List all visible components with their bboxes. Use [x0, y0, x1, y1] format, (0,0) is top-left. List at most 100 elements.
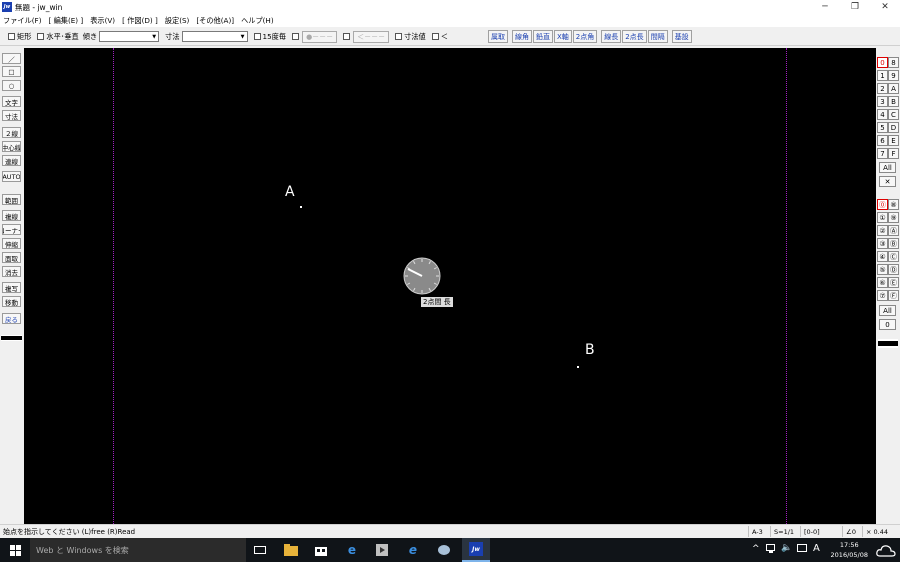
- menu-draw[interactable]: [ 作図(D) ]: [122, 16, 158, 26]
- layer-group-7-button[interactable]: ⑦: [877, 290, 888, 301]
- zoom-indicator[interactable]: × 0.44: [862, 526, 888, 537]
- corner-tool-button[interactable]: コーナー: [2, 224, 21, 235]
- layer-8-button[interactable]: 8: [888, 57, 899, 68]
- layer-f-button[interactable]: F: [888, 148, 899, 159]
- dot-line-button[interactable]: ●－－－: [302, 30, 338, 43]
- action-center-icon[interactable]: [876, 542, 896, 560]
- arrow-checkbox[interactable]: [343, 33, 351, 40]
- text-tool-button[interactable]: 文字: [2, 96, 21, 107]
- drawing-canvas[interactable]: A B 2点間 長: [24, 48, 876, 524]
- lt-checkbox[interactable]: [431, 33, 439, 40]
- internet-explorer-icon[interactable]: e: [405, 542, 421, 558]
- ime-indicator[interactable]: A: [813, 543, 820, 554]
- rect-tool-button[interactable]: □: [2, 66, 21, 77]
- clock-menu-icon[interactable]: [403, 257, 441, 295]
- scale-indicator[interactable]: S=1/1: [770, 526, 794, 537]
- slope-combo[interactable]: ▼: [99, 31, 160, 42]
- layer-group-d-button[interactable]: Ⓓ: [888, 264, 899, 275]
- arrow-line-button[interactable]: ＜－－－: [353, 30, 390, 43]
- layer-3-button[interactable]: 3: [877, 96, 888, 107]
- windows-start-icon[interactable]: [0, 538, 30, 562]
- layer-2-button[interactable]: 2: [877, 83, 888, 94]
- layer-group-2-button[interactable]: ②: [877, 225, 888, 236]
- layer-group-0-button[interactable]: ⓪: [877, 199, 888, 210]
- angle-indicator[interactable]: ∠0: [842, 526, 856, 537]
- layer-9-button[interactable]: 9: [888, 70, 899, 81]
- continuous-line-tool-button[interactable]: 連線: [2, 155, 21, 166]
- layer-group-c-button[interactable]: Ⓒ: [888, 251, 899, 262]
- menu-file[interactable]: ファイル(F): [3, 16, 42, 26]
- menu-settings[interactable]: 設定(S): [165, 16, 190, 26]
- layer-group-f-button[interactable]: Ⓕ: [888, 290, 899, 301]
- layer-a-button[interactable]: A: [888, 83, 899, 94]
- edge-browser-icon[interactable]: e: [344, 542, 360, 558]
- line-length-button[interactable]: 線長: [601, 30, 622, 43]
- layer-6-button[interactable]: 6: [877, 135, 888, 146]
- app-tool-icon[interactable]: [436, 542, 452, 558]
- paper-size-indicator[interactable]: A-3: [748, 526, 763, 537]
- tray-chevron-icon[interactable]: ^: [752, 544, 760, 554]
- layer-all-button[interactable]: All: [879, 162, 896, 173]
- layer-group-4-button[interactable]: ④: [877, 251, 888, 262]
- layer-4-button[interactable]: 4: [877, 109, 888, 120]
- restore-button[interactable]: ❐: [840, 0, 870, 14]
- layer-group-3-button[interactable]: ③: [877, 238, 888, 249]
- line-type-indicator[interactable]: [1, 335, 22, 341]
- line-width-indicator[interactable]: [878, 339, 898, 348]
- rect-checkbox[interactable]: [8, 33, 15, 40]
- minimize-button[interactable]: ─: [810, 0, 840, 14]
- layer-close-button[interactable]: ✕: [879, 176, 896, 187]
- circle-tool-button[interactable]: ○: [2, 80, 21, 91]
- layer-0-button[interactable]: 0: [877, 57, 888, 68]
- layer-b-button[interactable]: B: [888, 96, 899, 107]
- dot-checkbox[interactable]: [292, 33, 300, 40]
- layer-group-zero-button[interactable]: 0: [879, 319, 896, 330]
- layer-d-button[interactable]: D: [888, 122, 899, 133]
- layer-group-e-button[interactable]: Ⓔ: [888, 277, 899, 288]
- layer-1-button[interactable]: 1: [877, 70, 888, 81]
- layer-7-button[interactable]: 7: [877, 148, 888, 159]
- double-line-tool-button[interactable]: ２線: [2, 127, 21, 138]
- jw-win-taskbar-button[interactable]: Jw: [462, 538, 490, 562]
- volume-icon[interactable]: 🔈: [781, 543, 792, 553]
- erase-tool-button[interactable]: 消去: [2, 266, 21, 277]
- dim-tool-button[interactable]: 寸法: [2, 110, 21, 121]
- stretch-tool-button[interactable]: 伸縮: [2, 238, 21, 249]
- two-point-angle-button[interactable]: 2点角: [572, 30, 598, 43]
- menu-view[interactable]: 表示(V): [90, 16, 115, 26]
- vertical-button[interactable]: 鉛直: [532, 30, 553, 43]
- taskbar-search-input[interactable]: Web と Windows を検索: [30, 538, 246, 562]
- dimval-checkbox[interactable]: [395, 33, 403, 40]
- layer-group-b-button[interactable]: Ⓑ: [888, 238, 899, 249]
- layer-group-all-button[interactable]: All: [879, 305, 896, 316]
- layer-c-button[interactable]: C: [888, 109, 899, 120]
- layer-group-8-button[interactable]: ⑧: [888, 199, 899, 210]
- layer-indicator[interactable]: [0-0]: [800, 526, 820, 537]
- layer-group-6-button[interactable]: ⑥: [877, 277, 888, 288]
- attr-get-button[interactable]: 属取: [487, 30, 508, 43]
- two-point-length-button[interactable]: 2点長: [622, 30, 647, 43]
- notification-message-icon[interactable]: [797, 544, 807, 556]
- center-line-tool-button[interactable]: 中心線: [2, 141, 21, 152]
- chamfer-tool-button[interactable]: 面取: [2, 252, 21, 263]
- auto-mode-button[interactable]: AUTO: [2, 171, 21, 182]
- close-button[interactable]: ✕: [870, 0, 900, 14]
- line-angle-button[interactable]: 線角: [511, 30, 532, 43]
- layer-group-a-button[interactable]: Ⓐ: [888, 225, 899, 236]
- menu-help[interactable]: ヘルプ(H): [241, 16, 274, 26]
- dim-combo[interactable]: ▼: [181, 31, 248, 42]
- offset-tool-button[interactable]: 複線: [2, 210, 21, 221]
- undo-button[interactable]: 戻る: [2, 313, 21, 324]
- interval-button[interactable]: 間隔: [647, 30, 668, 43]
- layer-group-5-button[interactable]: ⑤: [877, 264, 888, 275]
- media-player-icon[interactable]: [374, 542, 390, 558]
- copy-tool-button[interactable]: 複写: [2, 282, 21, 293]
- layer-5-button[interactable]: 5: [877, 122, 888, 133]
- menu-edit[interactable]: [ 編集(E) ]: [49, 16, 84, 26]
- deg15-checkbox[interactable]: [253, 33, 261, 40]
- menu-other[interactable]: [その他(A)]: [196, 16, 234, 26]
- x-axis-button[interactable]: X軸: [553, 30, 572, 43]
- layer-group-1-button[interactable]: ①: [877, 212, 888, 223]
- layer-e-button[interactable]: E: [888, 135, 899, 146]
- layer-group-9-button[interactable]: ⑨: [888, 212, 899, 223]
